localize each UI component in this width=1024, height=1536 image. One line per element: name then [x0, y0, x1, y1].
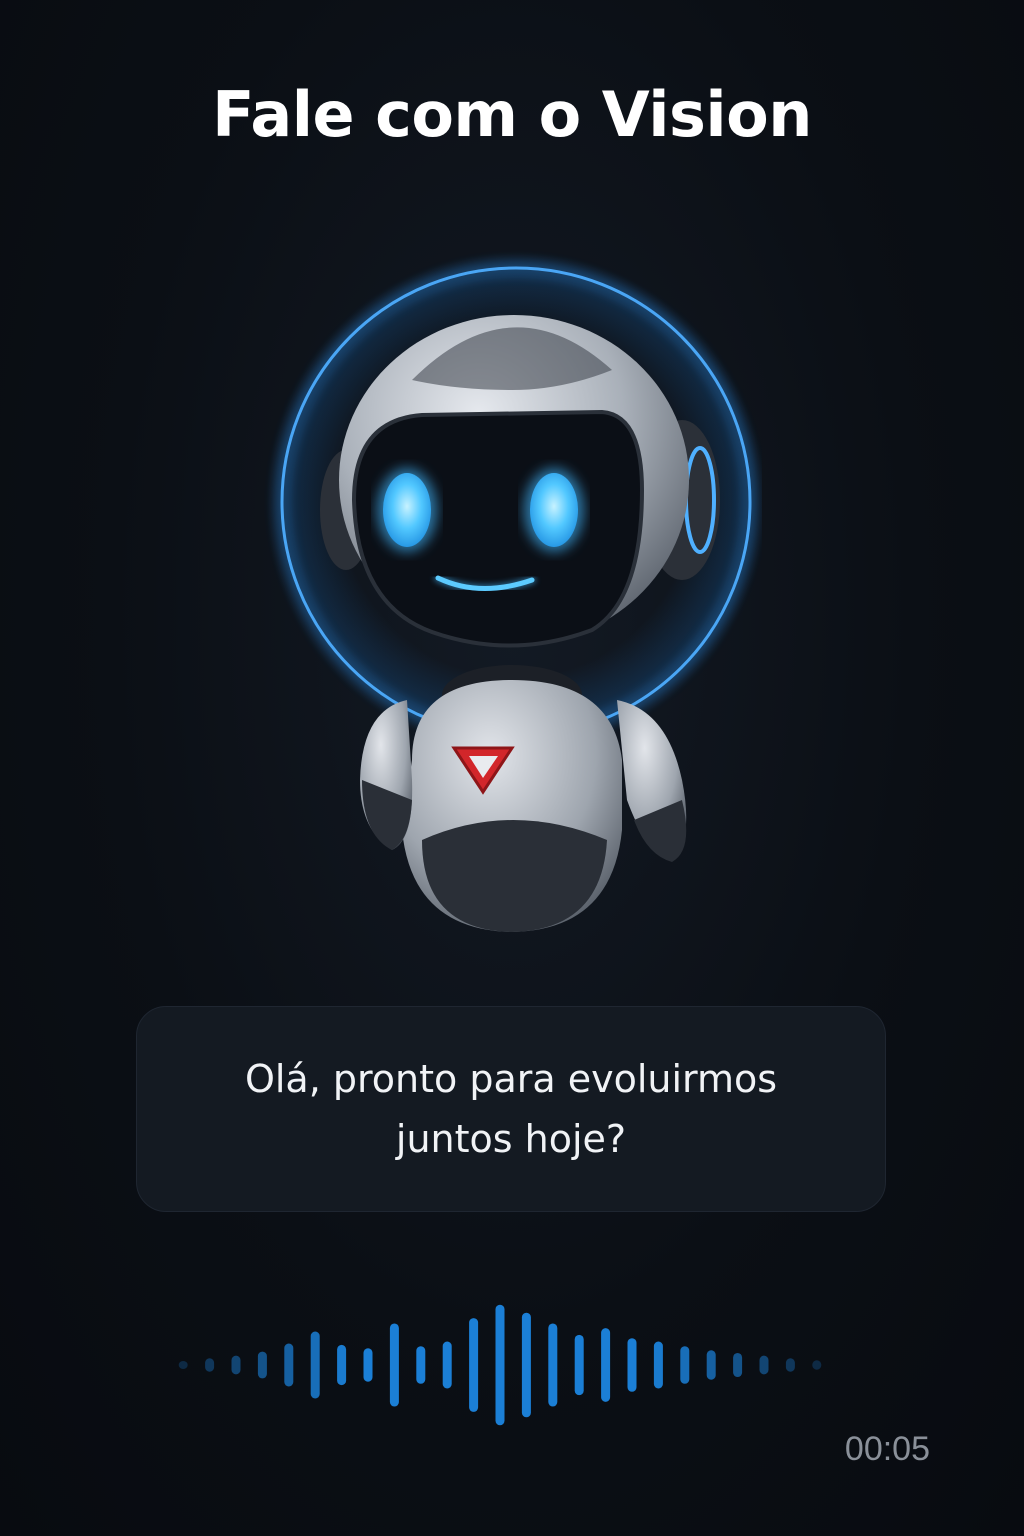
- voice-waveform: [170, 1295, 830, 1435]
- assistant-message-text: Olá, pronto para evoluirmos juntos hoje?: [244, 1057, 778, 1161]
- waveform-bar: [574, 1334, 584, 1396]
- waveform-bar: [205, 1358, 215, 1372]
- waveform-bar: [442, 1341, 452, 1389]
- waveform-bar: [706, 1350, 716, 1380]
- waveform-bar: [653, 1341, 663, 1389]
- elapsed-timer: 00:05: [844, 1430, 930, 1468]
- waveform-bar: [812, 1360, 822, 1370]
- waveform-bar: [469, 1318, 479, 1412]
- page-title: Fale com o Vision: [212, 78, 812, 151]
- waveform-bar: [178, 1360, 188, 1370]
- waveform-bar: [733, 1352, 743, 1378]
- waveform-bar: [785, 1358, 795, 1372]
- waveform-bar: [627, 1338, 637, 1392]
- waveform-icon: [178, 1304, 822, 1426]
- waveform-bar: [231, 1355, 241, 1375]
- waveform-bar: [759, 1355, 769, 1375]
- waveform-bar: [601, 1328, 611, 1402]
- right-eye: [530, 473, 578, 547]
- waveform-bar: [521, 1312, 531, 1418]
- waveform-bar: [389, 1323, 399, 1407]
- waveform-bar: [416, 1346, 426, 1384]
- left-eye: [383, 473, 431, 547]
- waveform-bar: [284, 1343, 294, 1387]
- waveform-bar: [337, 1344, 347, 1386]
- waveform-bar: [363, 1348, 373, 1382]
- waveform-bar: [310, 1331, 320, 1399]
- waveform-bar: [495, 1304, 505, 1426]
- waveform-bar: [680, 1346, 690, 1384]
- assistant-avatar[interactable]: [262, 240, 762, 960]
- assistant-message-bubble: Olá, pronto para evoluirmos juntos hoje?: [136, 1006, 886, 1212]
- robot-icon: [266, 252, 762, 932]
- waveform-bar: [548, 1323, 558, 1407]
- waveform-bar: [257, 1351, 267, 1379]
